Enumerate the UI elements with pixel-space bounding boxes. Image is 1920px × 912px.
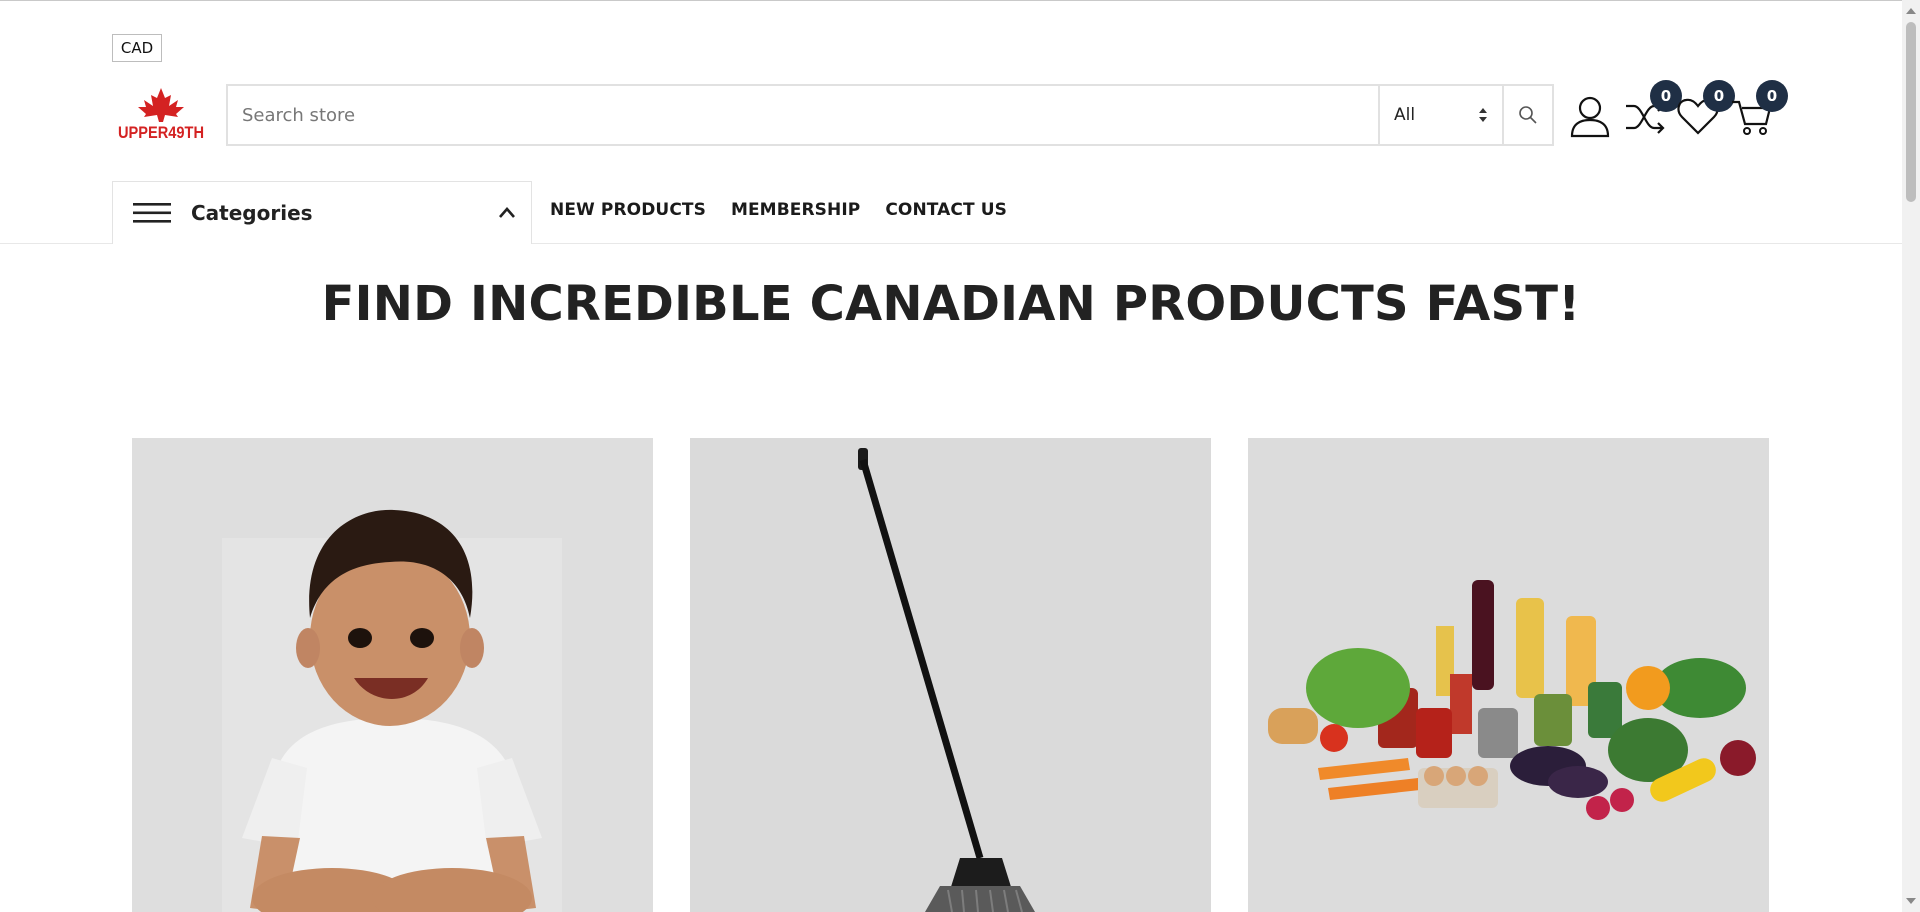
categories-dropdown[interactable]: Categories — [112, 181, 532, 244]
product-tile-broom[interactable] — [690, 438, 1211, 912]
main-menu: NEW PRODUCTS MEMBERSHIP CONTACT US — [550, 200, 1007, 220]
product-tile-baby[interactable] — [132, 438, 653, 912]
top-border — [0, 0, 1902, 1]
search-input[interactable] — [228, 86, 1378, 144]
hero-title: FIND INCREDIBLE CANADIAN PRODUCTS FAST! — [321, 276, 1581, 332]
categories-label: Categories — [191, 201, 313, 225]
groceries-photo — [1248, 438, 1769, 912]
baby-photo — [132, 438, 653, 912]
search-category-select[interactable]: All — [1378, 86, 1502, 144]
broom-photo — [690, 438, 1211, 912]
hamburger-menu-icon — [133, 203, 171, 223]
menu-membership[interactable]: MEMBERSHIP — [731, 200, 860, 220]
account-icon[interactable] — [1568, 94, 1612, 138]
search-icon — [1519, 106, 1537, 124]
menu-contact-us[interactable]: CONTACT US — [885, 200, 1007, 220]
menu-new-products[interactable]: NEW PRODUCTS — [550, 200, 706, 220]
select-arrows-icon — [1479, 108, 1487, 122]
logo-wordmark: UPPER49TH — [118, 123, 204, 142]
scrollbar-thumb[interactable] — [1906, 22, 1916, 202]
cart-count-badge: 0 — [1756, 80, 1788, 112]
product-tile-groceries[interactable] — [1248, 438, 1769, 912]
chevron-up-icon — [499, 207, 515, 218]
currency-selector[interactable]: CAD — [112, 34, 162, 62]
vertical-scrollbar[interactable] — [1902, 0, 1920, 912]
scroll-up-arrow-icon[interactable] — [1902, 4, 1920, 18]
search-category-value: All — [1394, 105, 1416, 125]
maple-leaf-icon — [138, 88, 184, 122]
search-bar: All — [226, 84, 1554, 146]
scroll-down-arrow-icon[interactable] — [1902, 894, 1920, 908]
search-button[interactable] — [1502, 86, 1552, 144]
site-logo[interactable]: UPPER49TH — [116, 86, 206, 144]
